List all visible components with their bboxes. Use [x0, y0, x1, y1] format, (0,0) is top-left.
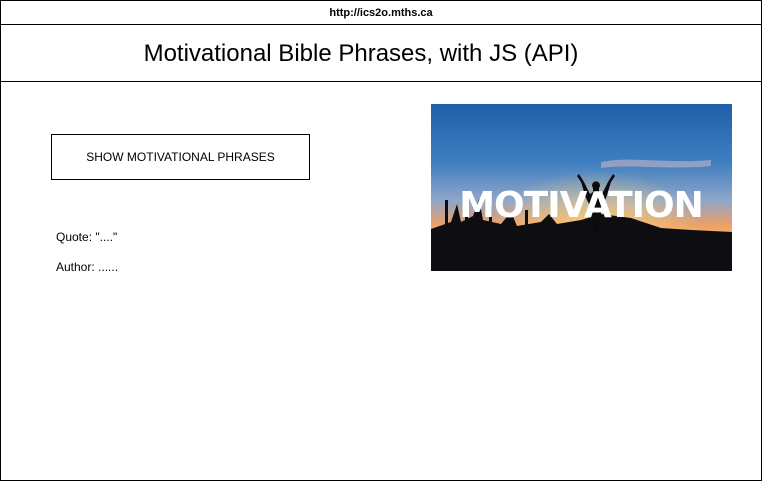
- motivation-overlay-text: MOTIVATION: [459, 185, 703, 226]
- author-value: ......: [98, 260, 119, 274]
- url-bar[interactable]: http://ics2o.mths.ca: [1, 1, 761, 25]
- motivation-image: MOTIVATION: [431, 104, 732, 271]
- quote-line: Quote: "....": [56, 230, 117, 244]
- show-phrases-button[interactable]: SHOW MOTIVATIONAL PHRASES: [51, 134, 310, 180]
- author-line: Author: ......: [56, 260, 118, 274]
- author-label: Author:: [56, 260, 95, 274]
- header: Motivational Bible Phrases, with JS (API…: [1, 25, 761, 82]
- app-window: http://ics2o.mths.ca Motivational Bible …: [0, 0, 762, 481]
- quote-label: Quote:: [56, 230, 93, 244]
- quote-value: "....": [95, 230, 118, 244]
- page-title: Motivational Bible Phrases, with JS (API…: [143, 40, 579, 67]
